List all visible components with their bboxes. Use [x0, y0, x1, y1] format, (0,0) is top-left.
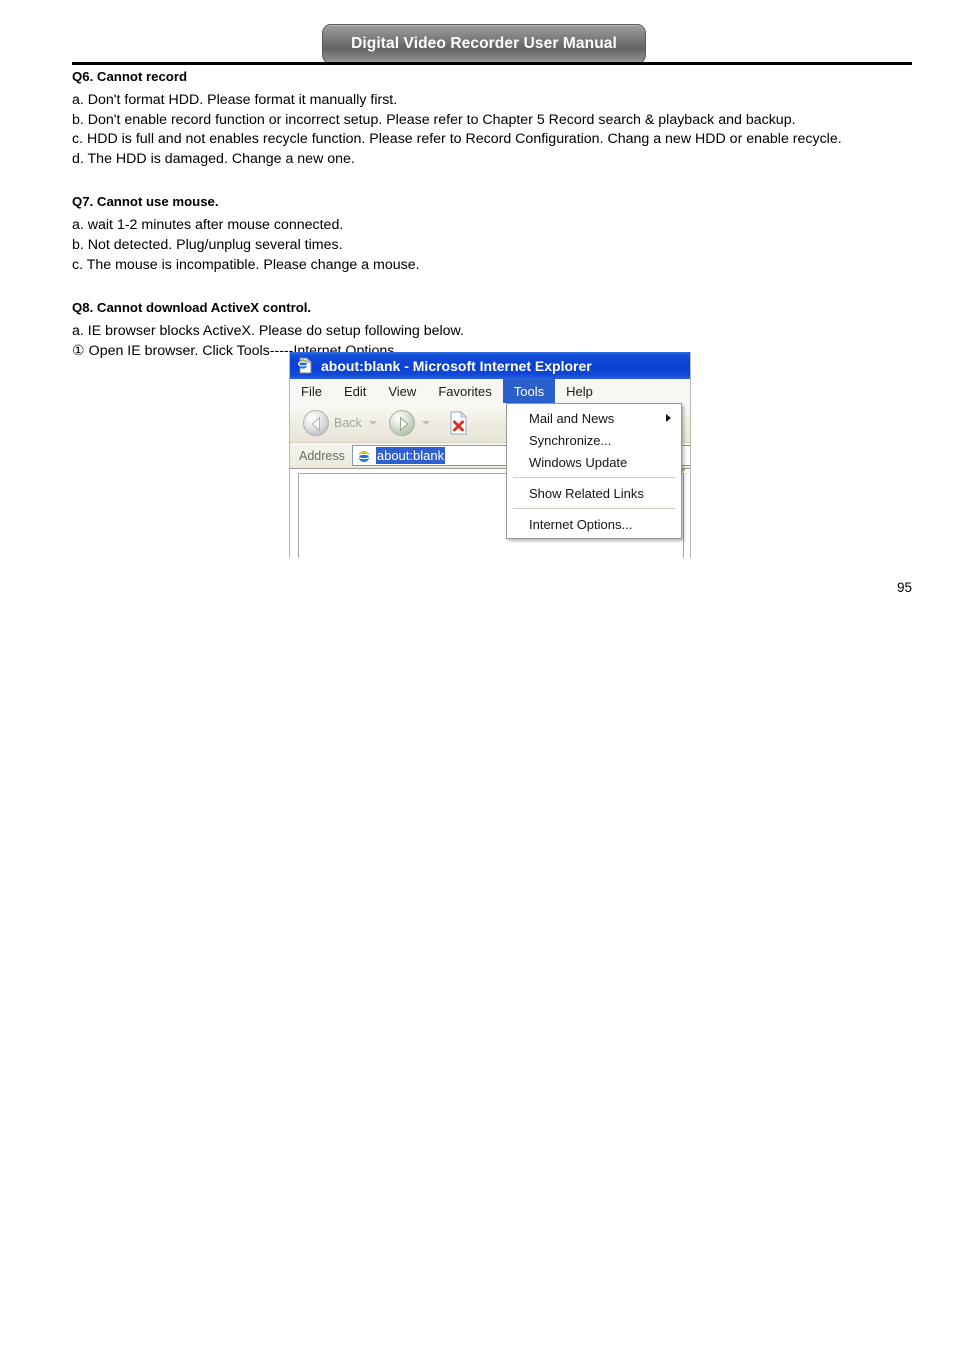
qa-line: c. HDD is full and not enables recycle f… [72, 131, 842, 148]
document-body: Q6. Cannot record a. Don't format HDD. P… [72, 68, 918, 361]
ie-title-text: about:blank - Microsoft Internet Explore… [321, 357, 592, 374]
qa-line: b. Don't enable record function or incor… [72, 111, 796, 128]
qa-line: a. wait 1-2 minutes after mouse connecte… [72, 217, 344, 234]
tools-dropdown-menu: Mail and News Synchronize... Windows Upd… [506, 403, 682, 539]
header-divider-rule [72, 62, 912, 65]
ie-page-icon [297, 357, 314, 374]
page-header: Digital Video Recorder User Manual [0, 0, 954, 66]
qa-heading: Q8. Cannot download ActiveX control. [72, 300, 312, 316]
qa-line: d. The HDD is damaged. Change a new one. [72, 150, 355, 167]
menu-separator [513, 508, 675, 509]
menu-option-label: Internet Options... [529, 516, 633, 532]
ie-titlebar: about:blank - Microsoft Internet Explore… [290, 352, 690, 379]
stop-button[interactable] [448, 410, 470, 436]
menu-option-label: Synchronize... [529, 432, 612, 448]
back-button-label: Back [334, 415, 362, 430]
qa-heading: Q6. Cannot record [72, 69, 188, 84]
menu-item-edit[interactable]: Edit [333, 379, 377, 403]
menu-item-help[interactable]: Help [555, 379, 604, 403]
forward-button[interactable] [386, 408, 439, 438]
qa-line: b. Not detected. Plug/unplug several tim… [72, 236, 343, 253]
ie-menubar: File Edit View Favorites Tools Help [290, 379, 690, 404]
manual-title-badge: Digital Video Recorder User Manual [322, 24, 646, 64]
menu-item-view[interactable]: View [377, 379, 427, 403]
qa-block-q6: Q6. Cannot record a. Don't format HDD. P… [72, 68, 918, 169]
menu-option-windows-update[interactable]: Windows Update [507, 451, 681, 473]
menu-option-mail-and-news[interactable]: Mail and News [507, 407, 681, 429]
back-arrow-icon [303, 409, 329, 436]
page-number: 95 [896, 580, 912, 595]
menu-separator [513, 477, 675, 478]
submenu-arrow-icon [666, 414, 671, 422]
ie-small-icon [356, 448, 372, 464]
menu-item-tools[interactable]: Tools [502, 379, 556, 403]
back-dropdown-caret-icon[interactable] [368, 420, 377, 425]
qa-line: a. IE browser blocks ActiveX. Please do … [72, 323, 464, 340]
back-button[interactable]: Back [300, 408, 386, 438]
menu-item-file[interactable]: File [290, 379, 333, 403]
forward-dropdown-caret-icon[interactable] [421, 420, 430, 425]
address-input-value: about:blank [375, 447, 446, 464]
qa-line: c. The mouse is incompatible. Please cha… [72, 256, 420, 273]
forward-arrow-icon [388, 409, 415, 436]
menu-option-show-related-links[interactable]: Show Related Links [507, 482, 681, 504]
menu-option-label: Windows Update [529, 454, 628, 470]
internet-explorer-screenshot-figure: about:blank - Microsoft Internet Explore… [289, 352, 693, 558]
ie-window: about:blank - Microsoft Internet Explore… [289, 352, 691, 558]
qa-line: a. Don't format HDD. Please format it ma… [72, 92, 398, 108]
menu-item-favorites[interactable]: Favorites [427, 379, 502, 403]
qa-heading: Q7. Cannot use mouse. [72, 194, 219, 210]
menu-option-internet-options[interactable]: Internet Options... [507, 513, 681, 535]
menu-option-synchronize[interactable]: Synchronize... [507, 429, 681, 451]
address-bar-label: Address [299, 448, 345, 463]
qa-block-q7: Q7. Cannot use mouse. a. wait 1-2 minute… [72, 193, 918, 275]
manual-title-text: Digital Video Recorder User Manual [351, 35, 617, 52]
menu-option-label: Show Related Links [529, 485, 644, 501]
menu-option-label: Mail and News [529, 410, 615, 426]
